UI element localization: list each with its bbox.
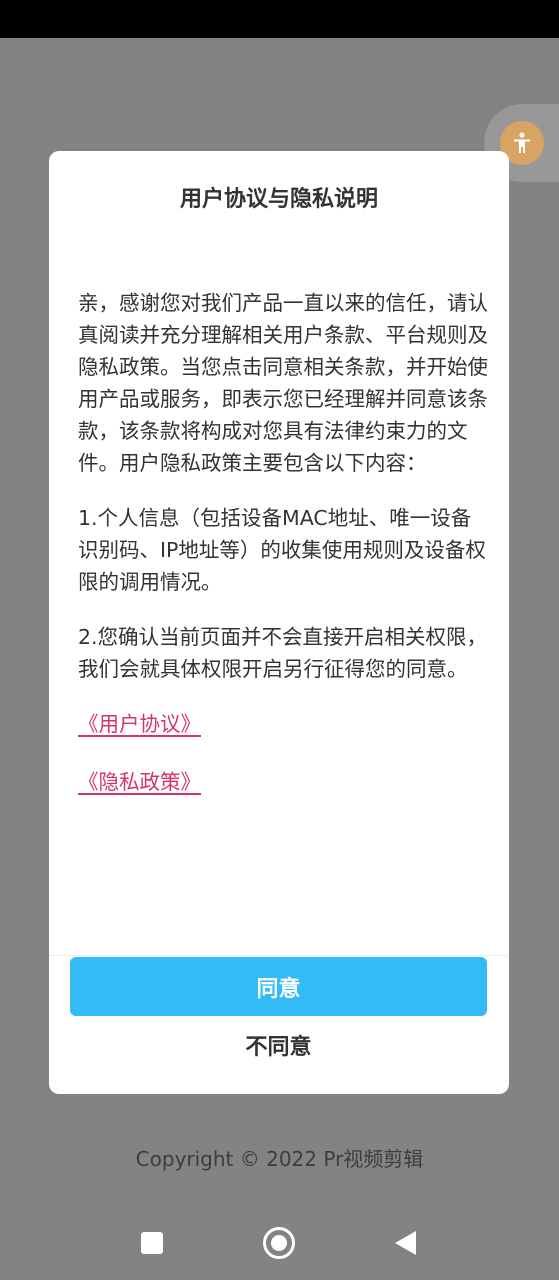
- home-icon[interactable]: [263, 1227, 295, 1259]
- copyright-text: Copyright © 2022 Pr视频剪辑: [135, 1147, 424, 1171]
- disagree-button[interactable]: 不同意: [70, 1022, 487, 1068]
- divider: [49, 955, 509, 956]
- personal-info-paragraph: 1.个人信息（包括设备MAC地址、唯一设备识别码、IP地址等）的收集使用规则及设…: [78, 506, 486, 594]
- privacy-policy-link[interactable]: 《隐私政策》: [78, 766, 201, 798]
- dialog-title: 用户协议与隐私说明: [179, 187, 378, 212]
- privacy-dialog: 用户协议与隐私说明 亲，感谢您对我们产品一直以来的信任，请认真阅读并充分理解相关…: [49, 151, 509, 1094]
- recent-apps-icon[interactable]: [141, 1232, 163, 1254]
- back-icon[interactable]: [395, 1231, 416, 1255]
- status-bar: [0, 0, 559, 38]
- agree-button[interactable]: 同意: [70, 957, 487, 1016]
- user-agreement-link[interactable]: 《用户协议》: [78, 708, 201, 740]
- intro-paragraph: 亲，感谢您对我们产品一直以来的信任，请认真阅读并充分理解相关用户条款、平台规则及…: [78, 291, 488, 475]
- navigation-bar: [0, 1205, 559, 1280]
- permission-paragraph: 2.您确认当前页面并不会直接开启相关权限，我们会就具体权限开启另行征得您的同意。: [78, 625, 488, 681]
- dialog-content: 亲，感谢您对我们产品一直以来的信任，请认真阅读并充分理解相关用户条款、平台规则及…: [78, 287, 488, 824]
